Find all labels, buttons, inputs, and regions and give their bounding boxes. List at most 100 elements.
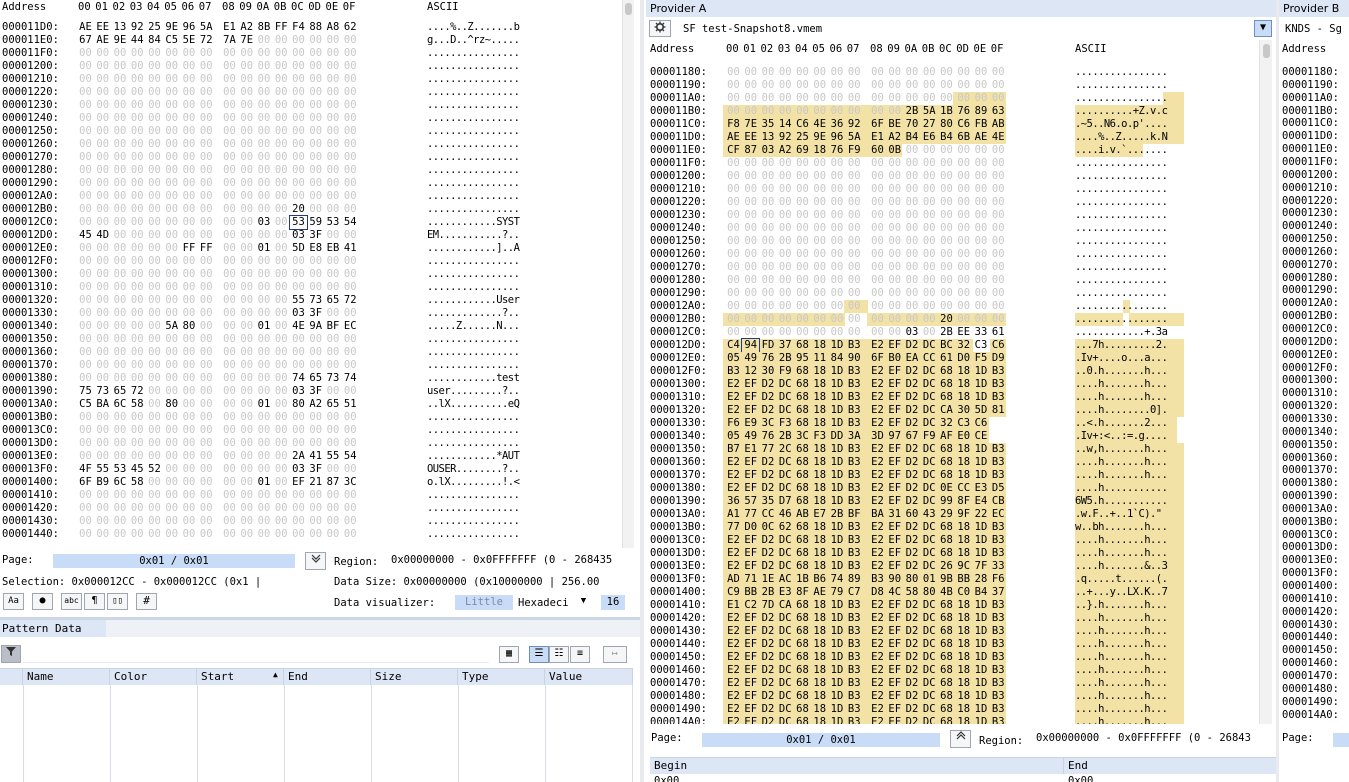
hex-byte[interactable]: 00 <box>725 222 742 235</box>
hex-byte[interactable]: 54 <box>342 216 359 229</box>
hex-byte[interactable]: 00 <box>325 203 342 216</box>
hex-byte[interactable]: DC <box>921 651 938 664</box>
hex-byte[interactable]: 00 <box>811 105 828 118</box>
hex-byte[interactable]: 00 <box>181 307 198 320</box>
hex-byte[interactable]: 00 <box>307 346 324 359</box>
hex-byte[interactable]: 00 <box>198 372 215 385</box>
hex-byte[interactable]: EF <box>742 534 759 547</box>
hex-byte[interactable]: D2 <box>904 339 921 352</box>
hex-byte[interactable]: E2 <box>869 612 886 625</box>
hex-byte[interactable]: 1D <box>973 638 990 651</box>
hex-row[interactable]: 00001340: 05 49 76 2B 3C F3 DD 3A 3D 97 67 F9 AF E0 CE.… <box>646 430 1258 443</box>
hex-byte[interactable]: 00 <box>921 274 938 287</box>
hex-byte[interactable]: 00 <box>238 203 255 216</box>
hex-byte[interactable]: 00 <box>273 346 290 359</box>
hex-byte[interactable]: 00 <box>238 333 255 346</box>
hex-byte[interactable]: 00 <box>181 489 198 502</box>
hex-byte[interactable]: BA <box>869 508 886 521</box>
hex-byte[interactable]: 00 <box>273 515 290 528</box>
hex-byte[interactable]: 00 <box>77 255 94 268</box>
hex-byte[interactable]: 00 <box>221 86 238 99</box>
hex-byte[interactable]: DC <box>777 664 794 677</box>
hex-row[interactable]: 00001250: 00 00 00 00 00 00 00 00 00 00 00 00 00 00 00 0… <box>646 235 1258 248</box>
hex-byte[interactable]: 00 <box>904 300 921 313</box>
hex-byte[interactable]: 1D <box>973 456 990 469</box>
hex-byte[interactable]: 62 <box>342 21 359 34</box>
hex-byte[interactable]: 00 <box>955 196 972 209</box>
hex-byte[interactable]: B3 <box>990 378 1007 391</box>
hex-byte[interactable]: 00 <box>307 281 324 294</box>
hex-byte[interactable]: 00 <box>342 463 359 476</box>
hex-byte[interactable]: 18 <box>955 534 972 547</box>
hex-byte[interactable]: 00 <box>777 209 794 222</box>
hex-byte[interactable]: 00 <box>112 333 129 346</box>
hex-byte[interactable]: 00 <box>273 73 290 86</box>
hex-byte[interactable]: 00 <box>163 333 180 346</box>
hex-byte[interactable]: 00 <box>342 424 359 437</box>
hex-byte[interactable]: 3A <box>846 430 863 443</box>
hex-byte[interactable]: DC <box>777 625 794 638</box>
hex-byte[interactable]: 18 <box>955 690 972 703</box>
hex-byte[interactable]: 00 <box>146 47 163 60</box>
hex-byte[interactable]: 00 <box>342 489 359 502</box>
ascii-text[interactable]: ................ <box>427 151 520 164</box>
hex-row[interactable]: 00001240: 00 00 00 00 00 00 00 00 00 00 00 00 00 00 00 0… <box>0 112 620 125</box>
hex-byte[interactable]: 80 <box>163 398 180 411</box>
hex-byte[interactable]: 0C <box>760 521 777 534</box>
hex-byte[interactable]: EE <box>94 21 111 34</box>
hex-byte[interactable]: 00 <box>794 300 811 313</box>
hex-byte[interactable]: 00 <box>181 281 198 294</box>
hex-byte[interactable]: 00 <box>129 281 146 294</box>
hex-byte[interactable]: 00 <box>829 170 846 183</box>
hex-byte[interactable]: 00 <box>163 151 180 164</box>
hex-byte[interactable]: E2 <box>725 716 742 724</box>
hex-byte[interactable]: 00 <box>112 86 129 99</box>
hex-byte[interactable]: 00 <box>198 151 215 164</box>
hex-byte[interactable]: AE <box>725 131 742 144</box>
hex-byte[interactable]: 00 <box>238 281 255 294</box>
hex-byte[interactable]: 00 <box>290 346 307 359</box>
hex-byte[interactable]: 00 <box>256 73 273 86</box>
hex-byte[interactable]: 00 <box>238 463 255 476</box>
hex-byte[interactable]: D2 <box>760 560 777 573</box>
hex-byte[interactable]: B3 <box>990 612 1007 625</box>
hex-byte[interactable]: 00 <box>869 209 886 222</box>
hex-byte[interactable]: D2 <box>760 638 777 651</box>
hex-byte[interactable]: 00 <box>221 372 238 385</box>
hex-byte[interactable]: 01 <box>256 242 273 255</box>
ascii-text[interactable]: ....h........0]. <box>1075 404 1168 417</box>
hex-byte[interactable]: 5A <box>198 21 215 34</box>
hex-byte[interactable]: 58 <box>129 398 146 411</box>
hex-byte[interactable]: 00 <box>325 333 342 346</box>
hex-byte[interactable]: 00 <box>77 164 94 177</box>
hex-row[interactable]: 00001350: B7 E1 77 2C 68 18 1D B3 E2 EF D2 DC 68 18 1D B… <box>646 443 1258 456</box>
hex-byte[interactable]: 00 <box>256 229 273 242</box>
hex-byte[interactable]: 00 <box>760 300 777 313</box>
hex-byte[interactable]: 00 <box>342 333 359 346</box>
hex-row[interactable]: 000011F0: 00 00 00 00 00 00 00 00 00 00 00 00 00 00 00 0… <box>0 47 620 60</box>
hex-byte[interactable]: 00 <box>290 112 307 125</box>
hex-byte[interactable]: 00 <box>886 326 903 339</box>
hex-byte[interactable]: 00 <box>325 125 342 138</box>
hex-byte[interactable]: 68 <box>794 560 811 573</box>
hex-byte[interactable]: 00 <box>181 437 198 450</box>
hex-byte[interactable]: 00 <box>794 157 811 170</box>
hex-byte[interactable]: 00 <box>146 151 163 164</box>
case-toggle-button[interactable]: Aa <box>3 593 24 610</box>
hex-byte[interactable]: E2 <box>725 456 742 469</box>
hex-byte[interactable]: 00 <box>94 177 111 190</box>
hex-row[interactable]: 000013F0: AD 71 1E AC 1B B6 74 89 B3 90 80 01 9B BB 28 F… <box>646 573 1258 586</box>
hex-byte[interactable]: B7 <box>725 443 742 456</box>
hex-byte[interactable]: FB <box>973 118 990 131</box>
hex-byte[interactable]: 00 <box>846 92 863 105</box>
hex-byte[interactable]: 00 <box>181 476 198 489</box>
hex-byte[interactable]: 00 <box>886 261 903 274</box>
hex-byte[interactable]: 87 <box>742 144 759 157</box>
hex-byte[interactable]: 00 <box>198 489 215 502</box>
hex-byte[interactable]: 00 <box>221 424 238 437</box>
hex-byte[interactable]: C2 <box>742 599 759 612</box>
hex-byte[interactable]: 00 <box>273 528 290 541</box>
hex-byte[interactable]: 68 <box>938 690 955 703</box>
hex-byte[interactable]: 00 <box>273 294 290 307</box>
hex-byte[interactable]: 00 <box>146 294 163 307</box>
